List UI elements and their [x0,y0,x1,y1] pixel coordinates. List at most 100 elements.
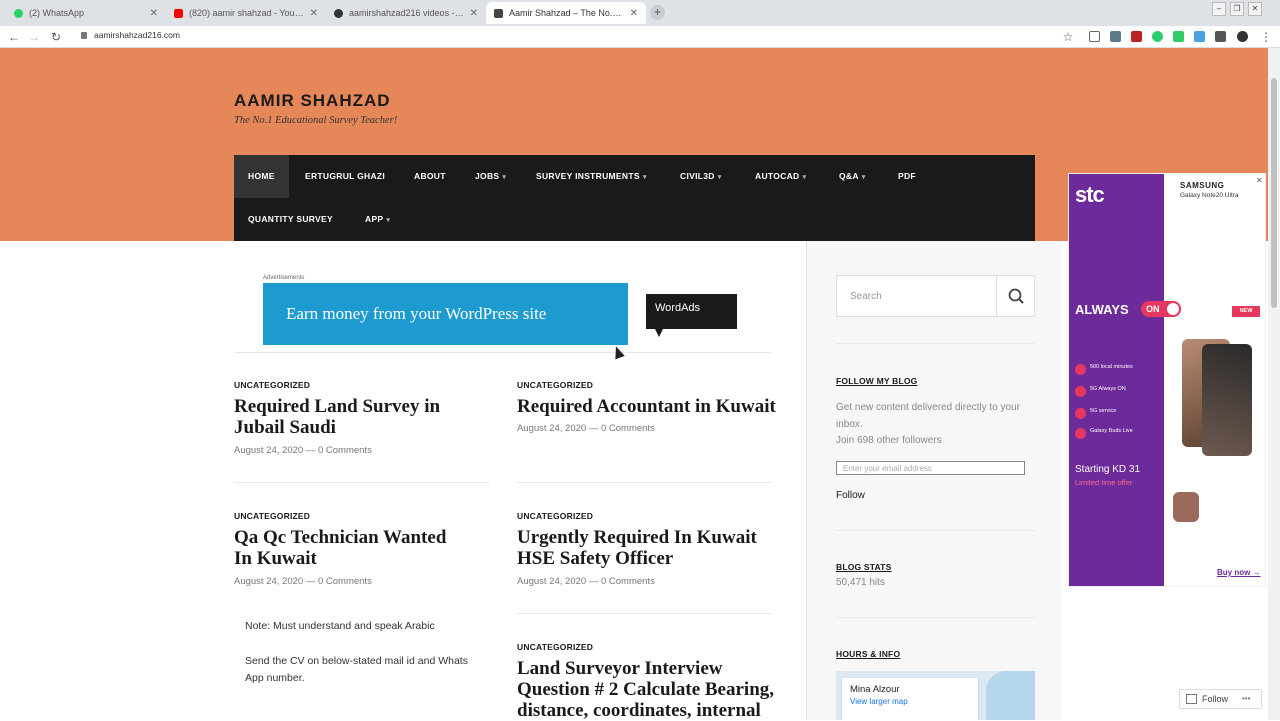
avatar[interactable] [1237,31,1248,42]
site-title[interactable]: AAMIR SHAHZAD [234,91,391,111]
nav-item-app[interactable]: APP ▾ [351,198,404,241]
nav-item-pdf[interactable]: PDF [884,155,930,198]
post-title[interactable]: Urgently Required In Kuwait HSE Safety O… [517,527,767,569]
address-bar: ← → ↻ aamirshahzad216.com ☆ ⋮ [0,26,1280,48]
widget-title-stats: BLOG STATS [836,562,892,572]
extension-icon[interactable] [1152,31,1163,42]
forward-icon[interactable]: → [26,29,42,45]
browser-menu-icon[interactable]: ⋮ [1258,29,1274,45]
extension-icon[interactable] [1089,31,1100,42]
main-navigation: HOME ERTUGRUL GHAZI ABOUT JOBS ▾ SURVEY I… [234,155,1035,241]
nav-item-quantity-survey[interactable]: QUANTITY SURVEY [234,198,347,241]
ad-bullet: 5G Always ON [1075,386,1163,397]
url-text[interactable]: aamirshahzad216.com [94,30,180,40]
nav-item-survey-instruments[interactable]: SURVEY INSTRUMENTS ▾ [522,155,661,198]
tab-title: Aamir Shahzad – The No.1 Educa [509,8,624,18]
minimize-window-icon[interactable]: – [1212,2,1226,16]
new-tab-button[interactable]: + [650,5,665,20]
tab-dailymotion[interactable]: aamirshahzad216 videos - daily ✕ [326,2,486,24]
chevron-down-icon: ▾ [802,174,807,181]
map-info-card: Mina Alzour View larger map [842,678,978,720]
chevron-down-icon: ▾ [717,174,722,181]
search-input[interactable] [837,276,996,316]
browser-tab-bar: (2) WhatsApp ✕ (820) aamir shahzad - You… [0,0,1280,26]
map-place-name: Mina Alzour [850,684,900,695]
post-title[interactable]: Qa Qc Technician Wanted In Kuwait [234,527,464,569]
nav-item-autocad[interactable]: AUTOCAD ▾ [741,155,820,198]
post-meta[interactable]: August 24, 2020 — 0 Comments [517,576,655,587]
samsung-logo: SAMSUNG [1180,181,1225,190]
post-category[interactable]: UNCATEGORIZED [517,511,593,521]
post-category[interactable]: UNCATEGORIZED [234,380,310,390]
close-window-icon[interactable]: ✕ [1248,2,1262,16]
stc-advertisement[interactable]: stc ALWAYS ON 500 local minutes 5G Alway… [1068,173,1266,587]
post-category[interactable]: UNCATEGORIZED [517,380,593,390]
nav-item-ertugrul-ghazi[interactable]: ERTUGRUL GHAZI [291,155,399,198]
extension-icon[interactable] [1110,31,1121,42]
chevron-down-icon: ▾ [386,217,391,224]
tab-aamir-shahzad[interactable]: Aamir Shahzad – The No.1 Educa ✕ [486,2,646,24]
tab-title: (820) aamir shahzad - YouTube [189,8,304,18]
stc-logo: stc [1075,182,1105,207]
more-icon[interactable]: ••• [1242,690,1250,708]
widget-title-follow: FOLLOW MY BLOG [836,376,918,386]
divider [234,482,490,483]
nav-item-qa[interactable]: Q&A ▾ [825,155,880,198]
post-title[interactable]: Required Land Survey in Jubail Saudi [234,396,494,438]
nav-item-about[interactable]: ABOUT [400,155,460,198]
page-scrollbar[interactable] [1268,48,1280,720]
floating-follow-button[interactable]: Follow ••• [1179,689,1262,709]
post-meta[interactable]: August 24, 2020 — 0 Comments [517,423,655,434]
scrollbar-thumb[interactable] [1271,78,1277,308]
map-embed[interactable]: Mina Alzour View larger map [836,671,1035,720]
restore-window-icon[interactable]: ❐ [1230,2,1244,16]
divider [836,530,1035,531]
ad-limited-offer: Limited time offer [1075,478,1133,487]
close-tab-icon[interactable]: ✕ [630,8,638,19]
reload-icon[interactable]: ↻ [48,29,64,45]
wordads-logo[interactable]: WordAds [646,294,737,329]
close-tab-icon[interactable]: ✕ [150,8,158,19]
close-tab-icon[interactable]: ✕ [310,8,318,19]
widget-title-hours: HOURS & INFO [836,649,901,659]
lock-icon [81,32,87,39]
back-icon[interactable]: ← [6,29,22,45]
puzzle-icon[interactable] [1215,31,1226,42]
youtube-icon [174,8,183,18]
ad-bullet: 5G service [1075,408,1163,419]
post-meta[interactable]: August 24, 2020 — 0 Comments [234,445,372,456]
chevron-down-icon: ▾ [861,174,866,181]
post-category[interactable]: UNCATEGORIZED [517,642,593,652]
extension-icon[interactable] [1173,31,1184,42]
buy-now-link[interactable]: Buy now → [1217,568,1261,577]
map-water-shape [986,671,1035,720]
site-tagline: The No.1 Educational Survey Teacher! [234,115,398,126]
search-button[interactable] [996,276,1034,316]
ad-price: Starting KD 31 [1075,464,1141,475]
ad-close-icon[interactable]: ✕ [1256,176,1263,185]
post-excerpt: Note: Must understand and speak Arabic [245,620,435,632]
pdf-extension-icon[interactable] [1131,31,1142,42]
extension-icon[interactable] [1194,31,1205,42]
nav-item-jobs[interactable]: JOBS ▾ [461,155,520,198]
email-field[interactable] [836,461,1025,475]
speech-bubble-tail [655,329,663,337]
reader-icon [1186,694,1197,704]
site-favicon-icon [494,8,503,18]
post-title[interactable]: Land Surveyor Interview Question # 2 Cal… [517,658,777,721]
view-larger-map-link[interactable]: View larger map [850,697,970,706]
post-category[interactable]: UNCATEGORIZED [234,511,310,521]
nav-item-home[interactable]: HOME [234,155,289,198]
follow-button[interactable]: Follow [836,490,865,501]
nav-label: CIVIL3D [680,171,715,181]
tab-whatsapp[interactable]: (2) WhatsApp ✕ [6,2,166,24]
wordads-banner[interactable]: Earn money from your WordPress site [263,283,628,345]
post-title[interactable]: Required Accountant in Kuwait [517,396,787,417]
bookmark-star-icon[interactable]: ☆ [1060,29,1076,45]
search-widget [836,275,1035,317]
tab-youtube[interactable]: (820) aamir shahzad - YouTube ✕ [166,2,326,24]
new-badge: NEW [1232,306,1260,317]
post-meta[interactable]: August 24, 2020 — 0 Comments [234,576,372,587]
nav-item-civil3d[interactable]: CIVIL3D ▾ [666,155,736,198]
close-tab-icon[interactable]: ✕ [470,8,478,19]
